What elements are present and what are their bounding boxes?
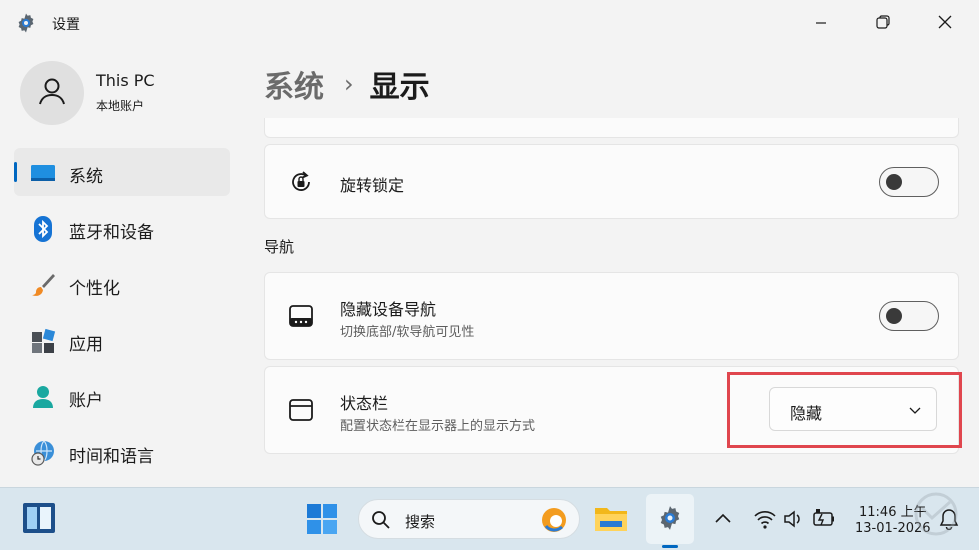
brush-icon — [30, 272, 56, 298]
profile-name: This PC — [96, 71, 155, 90]
chevron-down-icon — [908, 402, 922, 421]
battery-icon[interactable] — [812, 508, 836, 530]
globe-clock-icon — [30, 440, 56, 466]
breadcrumb: 系统 › 显示 — [264, 62, 430, 106]
hide-nav-toggle[interactable] — [879, 301, 939, 331]
active-indicator — [14, 162, 17, 182]
sidebar-item-label: 时间和语言 — [69, 447, 154, 467]
monitor-icon — [30, 160, 56, 186]
watermark-logo — [914, 492, 958, 536]
active-app-indicator — [662, 545, 678, 548]
taskbar: 搜索 11:46 上午 13-01-2026 — [0, 487, 979, 550]
settings-card-partial — [264, 118, 959, 138]
chevron-up-icon[interactable] — [714, 512, 732, 524]
sidebar-item-system[interactable]: 系统 — [14, 148, 230, 196]
bluetooth-icon — [30, 216, 56, 242]
setting-rotation-lock: 旋转锁定 — [264, 144, 959, 219]
close-button[interactable] — [922, 8, 968, 38]
file-explorer-icon[interactable] — [594, 503, 628, 533]
breadcrumb-parent-link[interactable]: 系统 — [264, 62, 324, 106]
profile-account-type: 本地账户 — [96, 99, 145, 113]
sidebar-item-label: 应用 — [69, 335, 103, 355]
page-title: 显示 — [369, 70, 430, 105]
section-heading-navigation: 导航 — [264, 238, 295, 256]
rotation-lock-toggle[interactable] — [879, 167, 939, 197]
person-icon — [30, 384, 56, 410]
sidebar-item-label: 账户 — [69, 391, 103, 411]
status-bar-title: 状态栏 — [340, 394, 389, 413]
window-frame-icon — [287, 396, 315, 424]
settings-icon[interactable] — [655, 503, 685, 533]
minimize-icon — [815, 14, 827, 33]
search-icon — [371, 510, 391, 530]
sidebar-item-bluetooth[interactable]: 蓝牙和设备 — [14, 204, 230, 252]
sidebar-item-label: 个性化 — [69, 279, 120, 299]
start-icon[interactable] — [306, 503, 338, 535]
window-title: 设置 — [52, 17, 80, 33]
sidebar-item-apps[interactable]: 应用 — [14, 316, 230, 364]
restore-button[interactable] — [860, 8, 906, 38]
close-icon — [938, 14, 952, 33]
status-bar-dropdown[interactable]: 隐藏 — [769, 387, 937, 431]
sidebar-item-accounts[interactable]: 账户 — [14, 372, 230, 420]
status-bar-description: 配置状态栏在显示器上的显示方式 — [340, 419, 536, 434]
apps-icon — [30, 328, 56, 354]
sidebar-item-label: 蓝牙和设备 — [69, 223, 154, 243]
rotation-lock-icon — [287, 168, 315, 196]
person-outline-icon — [36, 75, 68, 111]
hide-nav-description: 切换底部/软导航可见性 — [340, 325, 475, 340]
sidebar-item-time-language[interactable]: 时间和语言 — [14, 428, 230, 476]
restore-icon — [876, 14, 890, 33]
edge-badge-icon — [540, 506, 568, 534]
gear-icon — [14, 11, 38, 35]
toggle-knob — [886, 308, 902, 324]
minimize-button[interactable] — [798, 8, 844, 38]
sidebar-item-personalization[interactable]: 个性化 — [14, 260, 230, 308]
search-placeholder: 搜索 — [405, 513, 436, 531]
setting-hide-device-navigation: 隐藏设备导航 切换底部/软导航可见性 — [264, 272, 959, 360]
sidebar-item-label: 系统 — [69, 167, 103, 187]
hide-nav-title: 隐藏设备导航 — [340, 300, 437, 319]
breadcrumb-separator: › — [344, 70, 354, 98]
rotation-lock-title: 旋转锁定 — [340, 176, 405, 195]
widgets-icon[interactable] — [22, 502, 56, 534]
avatar — [20, 61, 84, 125]
device-navbar-icon — [287, 302, 315, 330]
sidebar-nav: 系统 蓝牙和设备 个性化 应用 账户 时间和语言 — [14, 148, 230, 484]
toggle-knob — [886, 174, 902, 190]
volume-icon[interactable] — [783, 509, 805, 529]
wifi-icon[interactable] — [753, 509, 777, 529]
title-bar: 设置 — [0, 0, 979, 46]
taskbar-search-box[interactable]: 搜索 — [358, 499, 580, 539]
dropdown-selected-value: 隐藏 — [790, 404, 823, 423]
